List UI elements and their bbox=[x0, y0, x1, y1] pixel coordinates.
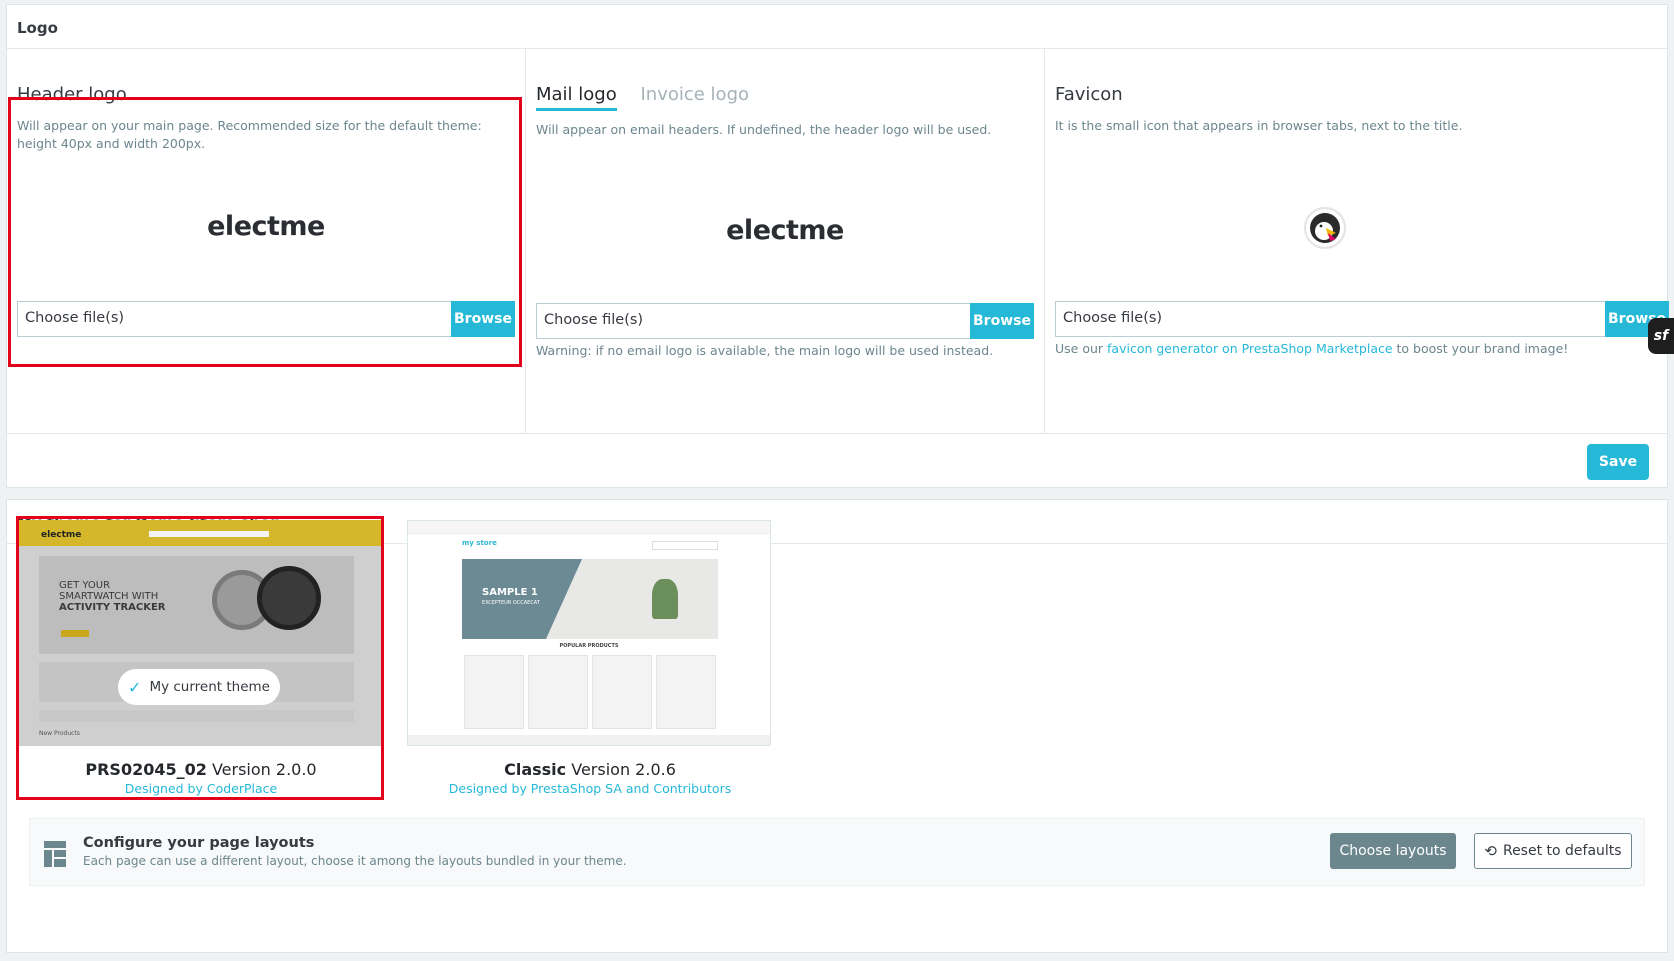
layout-description: Each page can use a different layout, ch… bbox=[83, 854, 627, 868]
shot-product-1 bbox=[464, 655, 524, 729]
mail-logo-file-input[interactable]: Choose file(s) bbox=[536, 303, 970, 339]
favicon-title: Favicon bbox=[1055, 84, 1123, 105]
check-icon: ✓ bbox=[128, 677, 142, 697]
shot-search-classic bbox=[652, 541, 718, 550]
logo-panel: Logo Header logo Will appear on your mai… bbox=[6, 4, 1669, 488]
header-logo-title: Header logo bbox=[17, 84, 127, 105]
current-theme-label: My current theme bbox=[149, 679, 270, 695]
shot-section-classic: POPULAR PRODUCTS bbox=[559, 643, 619, 649]
header-logo-file-input[interactable]: Choose file(s) bbox=[17, 301, 451, 337]
favicon-note: Use our favicon generator on PrestaShop … bbox=[1055, 341, 1659, 356]
mail-logo-file-row[interactable]: Choose file(s) Browse bbox=[536, 303, 1034, 339]
mail-logo-column: Mail logo Invoice logo Will appear on em… bbox=[525, 49, 1044, 433]
shot-watch-black bbox=[257, 566, 321, 630]
header-logo-column: Header logo Will appear on your main pag… bbox=[7, 49, 525, 433]
mail-logo-description: Will appear on email headers. If undefin… bbox=[536, 122, 992, 137]
symfony-toolbar-icon[interactable]: sf bbox=[1648, 318, 1674, 354]
theme-version-classic: Version 2.0.6 bbox=[571, 760, 676, 779]
mail-logo-preview: electme bbox=[726, 215, 844, 246]
shot-topbar bbox=[408, 521, 770, 534]
theme-title-current: PRS02045_02 Version 2.0.0 bbox=[18, 760, 384, 779]
header-logo-browse-button[interactable]: Browse bbox=[451, 301, 515, 337]
shot-plant bbox=[652, 579, 678, 619]
header-logo-description: Will appear on your main page. Recommend… bbox=[17, 118, 482, 151]
favicon-generator-link[interactable]: favicon generator on PrestaShop Marketpl… bbox=[1107, 341, 1393, 356]
layout-title: Configure your page layouts bbox=[83, 835, 315, 851]
favicon-note-suffix: to boost your brand image! bbox=[1392, 341, 1569, 356]
shot-brand-classic: my store bbox=[462, 539, 497, 547]
shot-search bbox=[149, 531, 269, 537]
choose-layouts-button[interactable]: Choose layouts bbox=[1330, 833, 1456, 869]
favicon-note-prefix: Use our bbox=[1055, 341, 1108, 356]
theme-title-classic: Classic Version 2.0.6 bbox=[407, 760, 773, 779]
favicon-preview-icon bbox=[1304, 207, 1346, 249]
layout-config-bar: Configure your page layouts Each page ca… bbox=[29, 818, 1645, 886]
shot-slide-sub: EXCEPTEUR OCCAECAT bbox=[482, 600, 540, 606]
shot-headline: GET YOUR SMARTWATCH WITH ACTIVITY TRACKE… bbox=[59, 580, 166, 613]
logo-panel-footer: Save bbox=[7, 433, 1667, 488]
tab-invoice-logo[interactable]: Invoice logo bbox=[640, 84, 749, 108]
header-logo-preview: electme bbox=[207, 211, 325, 242]
shot-headline-line2: SMARTWATCH WITH bbox=[59, 591, 159, 602]
favicon-file-input[interactable]: Choose file(s) bbox=[1055, 301, 1605, 337]
shot-product-4 bbox=[656, 655, 716, 729]
layout-icon bbox=[44, 841, 66, 867]
theme-card-classic[interactable]: my store SAMPLE 1 EXCEPTEUR OCCAECAT POP… bbox=[407, 520, 773, 796]
theme-designer-classic[interactable]: Designed by PrestaShop SA and Contributo… bbox=[407, 781, 773, 796]
theme-screenshot-current: electme GET YOUR SMARTWATCH WITH ACTIVIT… bbox=[19, 520, 383, 746]
theme-panel: My theme for Demo Store shop electme GET… bbox=[6, 499, 1668, 953]
shot-brand: electme bbox=[41, 530, 82, 540]
reset-to-defaults-button[interactable]: ⟲ Reset to defaults bbox=[1474, 833, 1632, 869]
theme-card-current[interactable]: electme GET YOUR SMARTWATCH WITH ACTIVIT… bbox=[16, 516, 384, 800]
shot-product-3 bbox=[592, 655, 652, 729]
current-theme-badge: ✓ My current theme bbox=[118, 669, 280, 705]
tab-mail-logo[interactable]: Mail logo bbox=[536, 84, 617, 111]
favicon-column: Favicon It is the small icon that appear… bbox=[1044, 49, 1669, 433]
theme-version-current: Version 2.0.0 bbox=[211, 760, 317, 779]
theme-designer-current[interactable]: Designed by CoderPlace bbox=[18, 781, 384, 796]
mail-logo-warning: Warning: if no email logo is available, … bbox=[536, 343, 994, 358]
header-logo-file-row[interactable]: Choose file(s) Browse bbox=[17, 301, 515, 337]
reset-icon: ⟲ bbox=[1484, 842, 1497, 860]
shot-features-row bbox=[39, 710, 354, 722]
save-button[interactable]: Save bbox=[1587, 444, 1649, 480]
shot-next-row bbox=[408, 735, 770, 745]
shot-headline-line1: GET YOUR bbox=[59, 580, 111, 591]
shot-product-2 bbox=[528, 655, 588, 729]
shot-slide-title: SAMPLE 1 bbox=[482, 587, 538, 598]
theme-name-classic: Classic bbox=[504, 760, 567, 779]
shot-section: New Products bbox=[39, 730, 80, 737]
theme-screenshot-classic: my store SAMPLE 1 EXCEPTEUR OCCAECAT POP… bbox=[407, 520, 771, 746]
shot-shop-button bbox=[61, 630, 89, 637]
reset-label: Reset to defaults bbox=[1502, 843, 1622, 859]
shot-headline-line3: ACTIVITY TRACKER bbox=[59, 602, 166, 613]
favicon-file-row[interactable]: Choose file(s) Browse bbox=[1055, 301, 1669, 337]
mail-logo-browse-button[interactable]: Browse bbox=[970, 303, 1034, 339]
logo-panel-title: Logo bbox=[7, 5, 1667, 49]
favicon-description: It is the small icon that appears in bro… bbox=[1055, 118, 1463, 133]
mail-logo-tabs: Mail logo Invoice logo bbox=[536, 84, 767, 111]
theme-name-current: PRS02045_02 bbox=[85, 760, 207, 779]
